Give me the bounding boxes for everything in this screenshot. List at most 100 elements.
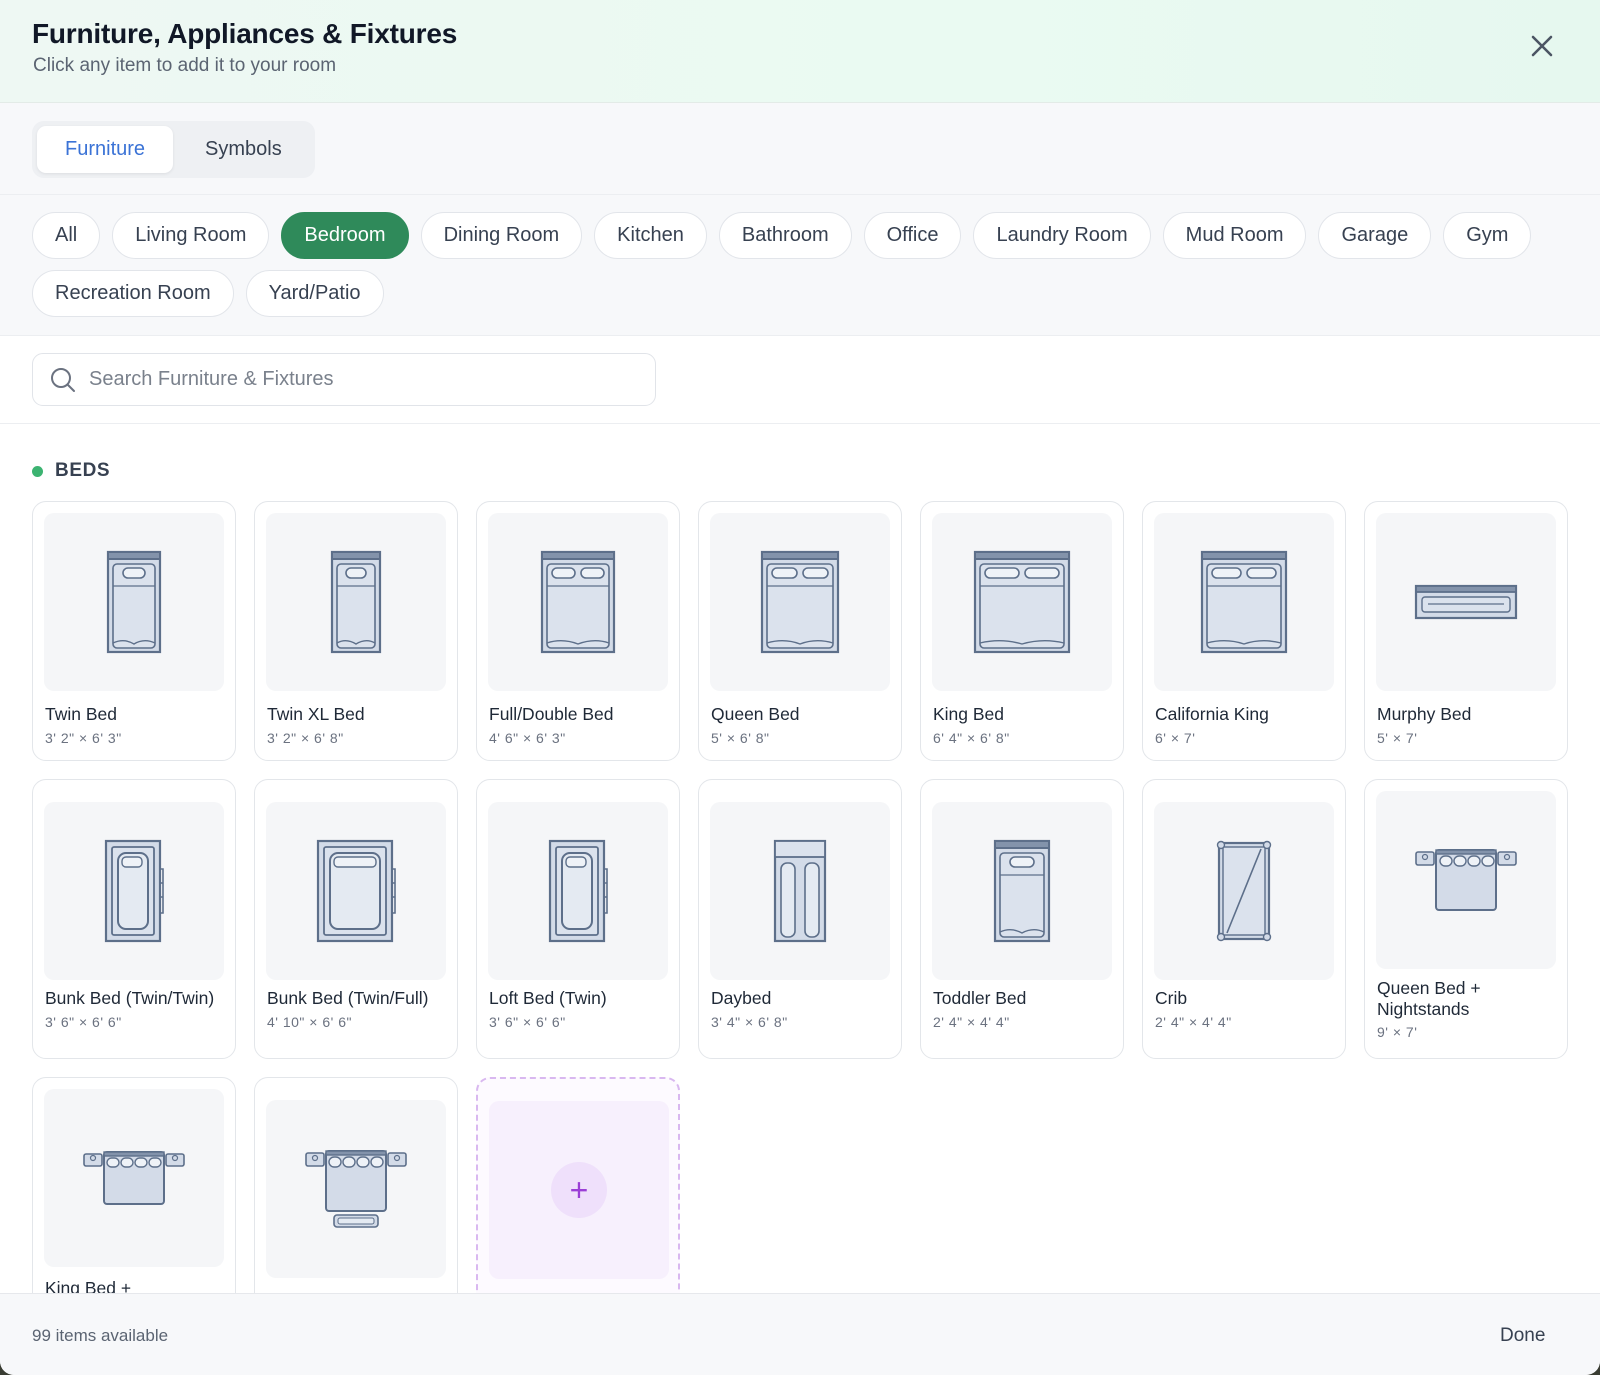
category-chip-laundry-room[interactable]: Laundry Room (973, 212, 1151, 259)
modal-title: Furniture, Appliances & Fixtures (32, 18, 458, 49)
close-button[interactable] (1524, 28, 1560, 64)
item-card-daybed[interactable]: Daybed 3' 4" × 6' 8" (698, 779, 902, 1059)
item-card-california-king[interactable]: California King 6' × 7' (1142, 501, 1346, 761)
search-input[interactable] (89, 368, 629, 391)
full-bed-icon (540, 550, 616, 654)
daybed-icon (773, 839, 827, 943)
modal-footer: 99 items available Done (0, 1293, 1600, 1375)
search-bar (0, 336, 1600, 424)
category-chip-all[interactable]: All (32, 212, 101, 259)
item-dimensions: 2' 4" × 4' 4" (933, 1014, 1010, 1030)
search-box (32, 353, 656, 406)
bunk-bed-twin-icon (104, 839, 164, 943)
item-name: Toddler Bed (933, 988, 1027, 1008)
close-icon (1531, 35, 1553, 57)
item-card-twin-bed[interactable]: Twin Bed 3' 2" × 6' 3" (32, 501, 236, 761)
item-thumbnail (1154, 513, 1334, 691)
done-button[interactable]: Done (1488, 1319, 1557, 1353)
item-thumbnail (710, 802, 890, 980)
tabs-bar: Furniture Symbols (0, 103, 1600, 195)
item-name: Murphy Bed (1377, 704, 1472, 724)
item-name: King Bed + (45, 1278, 132, 1293)
item-card-twin-xl-bed[interactable]: Twin XL Bed 3' 2" × 6' 8" (254, 501, 458, 761)
item-dimensions: 6' × 7' (1155, 730, 1196, 746)
item-card-bed-nightstands-bench[interactable] (254, 1077, 458, 1293)
item-thumbnail (44, 802, 224, 980)
item-dimensions: 5' × 7' (1377, 730, 1418, 746)
plus-icon: + (569, 1171, 589, 1208)
item-thumbnail (1154, 802, 1334, 980)
item-card-bunk-bed-twin[interactable]: Bunk Bed (Twin/Twin) 3' 6" × 6' 6" (32, 779, 236, 1059)
item-card-queen-bed[interactable]: Queen Bed 5' × 6' 8" (698, 501, 902, 761)
item-dimensions: 9' × 7' (1377, 1024, 1418, 1040)
category-chip-gym[interactable]: Gym (1443, 212, 1532, 259)
item-name: Bunk Bed (Twin/Full) (267, 988, 429, 1008)
modal-subtitle: Click any item to add it to your room (33, 55, 337, 76)
add-custom-item-card[interactable]: + (476, 1077, 680, 1293)
item-card-loft-bed[interactable]: Loft Bed (Twin) 3' 6" × 6' 6" (476, 779, 680, 1059)
item-thumbnail (44, 513, 224, 691)
item-dimensions: 6' 4" × 6' 8" (933, 730, 1010, 746)
item-dimensions: 3' 6" × 6' 6" (45, 1014, 122, 1030)
item-dimensions: 4' 6" × 6' 3" (489, 730, 566, 746)
category-chip-bedroom[interactable]: Bedroom (281, 212, 409, 259)
item-list[interactable]: BEDS Twin Bed 3' 2" × 6' 3" Twin XL Bed … (0, 424, 1600, 1293)
item-thumbnail (710, 513, 890, 691)
item-dimensions: 3' 6" × 6' 6" (489, 1014, 566, 1030)
section-title: BEDS (55, 460, 111, 481)
king-bed-icon (973, 550, 1071, 654)
item-name: Bunk Bed (Twin/Twin) (45, 988, 215, 1008)
category-chip-dining-room[interactable]: Dining Room (420, 212, 583, 259)
item-dimensions: 3' 4" × 6' 8" (711, 1014, 788, 1030)
item-name: Twin XL Bed (267, 704, 365, 724)
item-card-king-bed-nightstands[interactable]: King Bed + (32, 1077, 236, 1293)
item-thumbnail (932, 513, 1112, 691)
item-dimensions: 3' 2" × 6' 8" (267, 730, 344, 746)
category-chip-kitchen[interactable]: Kitchen (594, 212, 707, 259)
item-name: Daybed (711, 988, 772, 1008)
item-thumbnail (488, 802, 668, 980)
item-thumbnail (1376, 791, 1556, 969)
bunk-bed-full-icon (316, 839, 396, 943)
item-dimensions: 2' 4" × 4' 4" (1155, 1014, 1232, 1030)
category-chip-recreation-room[interactable]: Recreation Room (32, 270, 234, 317)
category-chip-bathroom[interactable]: Bathroom (718, 212, 852, 259)
modal-header: Furniture, Appliances & Fixtures Click a… (0, 0, 1600, 103)
bed-nightstands-bench-icon (305, 1150, 407, 1228)
section-header: BEDS (32, 460, 110, 482)
furniture-modal: Furniture, Appliances & Fixtures Click a… (0, 0, 1600, 1375)
add-item-button[interactable]: + (551, 1162, 607, 1218)
murphy-bed-icon (1414, 584, 1518, 620)
category-chip-garage[interactable]: Garage (1318, 212, 1432, 259)
twin-xl-bed-icon (330, 550, 382, 654)
item-name: Queen Bed (711, 704, 800, 724)
tab-furniture[interactable]: Furniture (37, 126, 174, 173)
category-chip-mud-room[interactable]: Mud Room (1162, 212, 1307, 259)
item-name: Queen Bed + Nightstands (1377, 978, 1481, 1019)
items-count: 99 items available (32, 1326, 169, 1345)
item-name: Loft Bed (Twin) (489, 988, 607, 1008)
item-name: Full/Double Bed (489, 704, 614, 724)
item-thumbnail (44, 1089, 224, 1267)
item-name: Twin Bed (45, 704, 117, 724)
item-thumbnail (266, 802, 446, 980)
twin-bed-icon (106, 550, 162, 654)
item-card-full-bed[interactable]: Full/Double Bed 4' 6" × 6' 3" (476, 501, 680, 761)
item-card-crib[interactable]: Crib 2' 4" × 4' 4" (1142, 779, 1346, 1059)
item-card-bunk-bed-full[interactable]: Bunk Bed (Twin/Full) 4' 10" × 6' 6" (254, 779, 458, 1059)
section-dot (32, 465, 43, 477)
item-card-king-bed[interactable]: King Bed 6' 4" × 6' 8" (920, 501, 1124, 761)
item-dimensions: 5' × 6' 8" (711, 730, 770, 746)
item-dimensions: 4' 10" × 6' 6" (267, 1014, 352, 1030)
category-chip-yard-patio[interactable]: Yard/Patio (245, 270, 384, 317)
item-card-murphy-bed[interactable]: Murphy Bed 5' × 7' (1364, 501, 1568, 761)
category-chip-office[interactable]: Office (863, 212, 962, 259)
add-thumbnail: + (489, 1101, 669, 1279)
tab-symbols[interactable]: Symbols (177, 126, 310, 173)
category-filter-bar: All Living Room Bedroom Dining Room Kitc… (0, 195, 1600, 336)
category-chip-living-room[interactable]: Living Room (112, 212, 270, 259)
item-card-queen-bed-nightstands[interactable]: Queen Bed + Nightstands 9' × 7' (1364, 779, 1568, 1059)
item-card-toddler-bed[interactable]: Toddler Bed 2' 4" × 4' 4" (920, 779, 1124, 1059)
item-thumbnail (488, 513, 668, 691)
item-thumbnail (266, 1100, 446, 1278)
